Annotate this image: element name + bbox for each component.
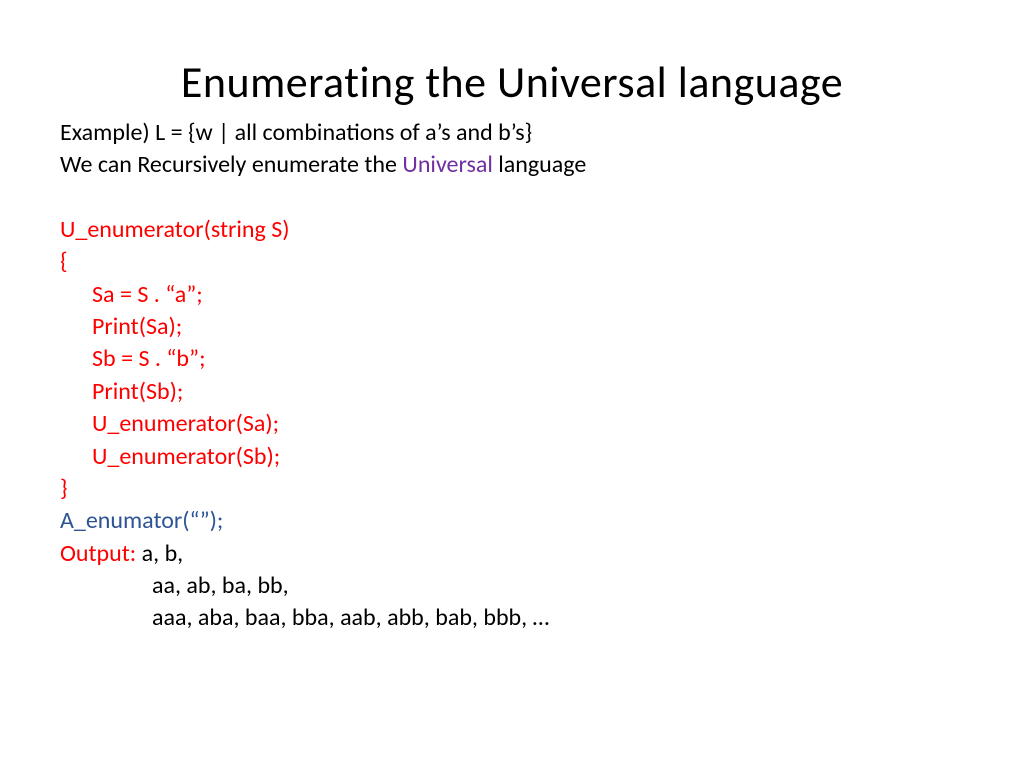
- output-label: Output:: [60, 539, 142, 568]
- slide-title: Enumerating the Universal language: [60, 55, 964, 109]
- output-line-1: Output: a, b,: [60, 538, 964, 570]
- example-line: Example) L = {w | all combinations of a’…: [60, 117, 964, 149]
- call-line: A_enumator(“”);: [60, 505, 964, 537]
- code-line: }: [60, 473, 964, 505]
- code-line: Print(Sb);: [60, 376, 964, 408]
- output-text: a, b,: [142, 539, 184, 568]
- code-line: U_enumerator(string S): [60, 214, 964, 246]
- code-line: Sa = S . “a”;: [60, 279, 964, 311]
- code-line: Print(Sa);: [60, 311, 964, 343]
- text-fragment: language: [493, 150, 586, 179]
- enumerate-line: We can Recursively enumerate the Univers…: [60, 149, 964, 181]
- code-line: {: [60, 246, 964, 278]
- output-line-2: aa, ab, ba, bb,: [60, 570, 964, 602]
- code-line: U_enumerator(Sb);: [60, 441, 964, 473]
- text-fragment: We can Recursively enumerate the: [60, 150, 402, 179]
- output-line-3: aaa, aba, baa, bba, aab, abb, bab, bbb, …: [60, 602, 964, 634]
- slide-body: Example) L = {w | all combinations of a’…: [60, 117, 964, 635]
- code-line: Sb = S . “b”;: [60, 343, 964, 375]
- universal-word: Universal: [402, 150, 492, 179]
- spacer: [60, 182, 964, 214]
- code-line: U_enumerator(Sa);: [60, 408, 964, 440]
